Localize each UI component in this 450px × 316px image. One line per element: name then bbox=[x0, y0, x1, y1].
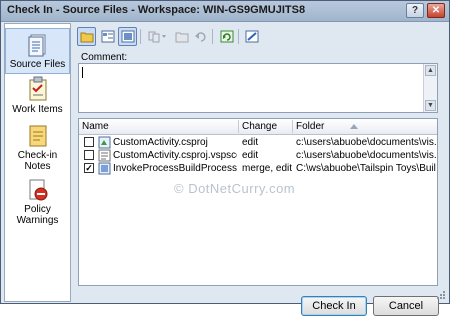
toolbar-separator bbox=[212, 29, 213, 44]
toolbar-separator bbox=[140, 29, 141, 44]
pending-changes-list: Name Change Folder CustomActivity.csproj… bbox=[78, 118, 438, 286]
resize-grip-icon[interactable] bbox=[436, 290, 446, 300]
title-bar[interactable]: Check In - Source Files - Workspace: WIN… bbox=[1, 1, 449, 22]
work-items-icon bbox=[29, 76, 46, 101]
change-type: edit bbox=[242, 137, 259, 148]
row-checkbox[interactable] bbox=[84, 137, 94, 147]
table-row[interactable]: CustomActivity.csproj.vspscc edit c:\use… bbox=[79, 149, 437, 162]
check-in-dialog: Check In - Source Files - Workspace: WIN… bbox=[0, 0, 450, 316]
list-view-icon bbox=[101, 30, 115, 43]
column-header-name[interactable]: Name bbox=[79, 120, 239, 133]
channel-sidebar: Source Files Work Items Check-in Notes P… bbox=[4, 23, 71, 302]
source-files-icon bbox=[28, 34, 45, 57]
toolbar bbox=[73, 27, 443, 49]
window-title: Check In - Source Files - Workspace: WIN… bbox=[7, 4, 306, 16]
folder-path: C:\ws\abuobe\Tailspin Toys\Buil... bbox=[296, 163, 436, 174]
undo-icon bbox=[195, 32, 206, 42]
undo-button[interactable] bbox=[191, 27, 210, 46]
xaml-file-icon bbox=[98, 162, 111, 175]
csproj-file-icon bbox=[98, 136, 111, 149]
file-name: InvokeProcessBuildProcessTe... bbox=[113, 163, 237, 174]
sidebar-item-checkin-notes[interactable]: Check-in Notes bbox=[5, 124, 70, 176]
folder-view-button[interactable] bbox=[77, 27, 96, 46]
column-header-folder[interactable]: Folder bbox=[293, 120, 437, 133]
sidebar-item-label: Check-in Notes bbox=[17, 150, 58, 172]
cancel-button[interactable]: Cancel bbox=[373, 296, 439, 316]
folder-path: c:\users\abuobe\documents\vis... bbox=[296, 137, 436, 148]
sidebar-item-label: Source Files bbox=[9, 59, 66, 70]
sidebar-item-work-items[interactable]: Work Items bbox=[5, 76, 70, 118]
comment-scrollbar[interactable]: ▲ ▼ bbox=[423, 64, 437, 112]
check-in-button[interactable]: Check In bbox=[301, 296, 367, 316]
checkin-notes-icon bbox=[29, 125, 46, 147]
list-view-button[interactable] bbox=[98, 27, 117, 46]
folder-icon bbox=[80, 32, 94, 43]
scroll-down-icon[interactable]: ▼ bbox=[425, 100, 436, 111]
column-header-change[interactable]: Change bbox=[239, 120, 293, 133]
vspscc-file-icon bbox=[98, 149, 111, 162]
row-checkbox[interactable] bbox=[84, 150, 94, 160]
help-button[interactable]: ? bbox=[406, 3, 424, 18]
resolve-button[interactable] bbox=[242, 27, 261, 46]
open-folder-button[interactable] bbox=[172, 27, 191, 46]
file-name: CustomActivity.csproj.vspscc bbox=[113, 150, 237, 161]
change-type: edit bbox=[242, 150, 259, 161]
file-name: CustomActivity.csproj bbox=[113, 137, 208, 148]
resolve-icon bbox=[245, 30, 259, 43]
flat-view-button[interactable] bbox=[118, 27, 137, 46]
comment-input[interactable]: ▲ ▼ bbox=[78, 63, 438, 113]
list-header: Name Change Folder bbox=[79, 119, 437, 135]
sidebar-item-policy-warnings[interactable]: Policy Warnings bbox=[5, 178, 70, 228]
comment-label: Comment: bbox=[81, 52, 128, 63]
scroll-up-icon[interactable]: ▲ bbox=[425, 65, 436, 76]
change-type: merge, edit bbox=[242, 163, 292, 174]
row-checkbox[interactable]: ✓ bbox=[84, 163, 94, 173]
folder-path: c:\users\abuobe\documents\vis... bbox=[296, 150, 436, 161]
sidebar-item-source-files[interactable]: Source Files bbox=[5, 28, 70, 74]
sidebar-item-label: Policy Warnings bbox=[16, 204, 59, 226]
watermark: © DotNetCurry.com bbox=[174, 181, 296, 196]
refresh-button[interactable] bbox=[217, 27, 236, 46]
column-header-label: Folder bbox=[296, 121, 325, 132]
open-folder-icon bbox=[175, 32, 189, 43]
close-button[interactable]: ✕ bbox=[427, 3, 445, 18]
sort-ascending-icon bbox=[350, 124, 358, 129]
policy-warnings-icon bbox=[29, 179, 47, 201]
table-row[interactable]: CustomActivity.csproj edit c:\users\abuo… bbox=[79, 136, 437, 149]
refresh-icon bbox=[220, 30, 234, 43]
compare-button[interactable] bbox=[145, 27, 171, 46]
source-files-panel: Comment: ▲ ▼ Name Change Folder CustomAc… bbox=[73, 23, 445, 316]
text-caret bbox=[82, 67, 83, 78]
sidebar-item-label: Work Items bbox=[12, 104, 63, 115]
compare-icon bbox=[148, 31, 166, 43]
toolbar-separator bbox=[238, 29, 239, 44]
table-row[interactable]: ✓ InvokeProcessBuildProcessTe... merge, … bbox=[79, 162, 437, 175]
flat-view-icon bbox=[121, 30, 135, 43]
